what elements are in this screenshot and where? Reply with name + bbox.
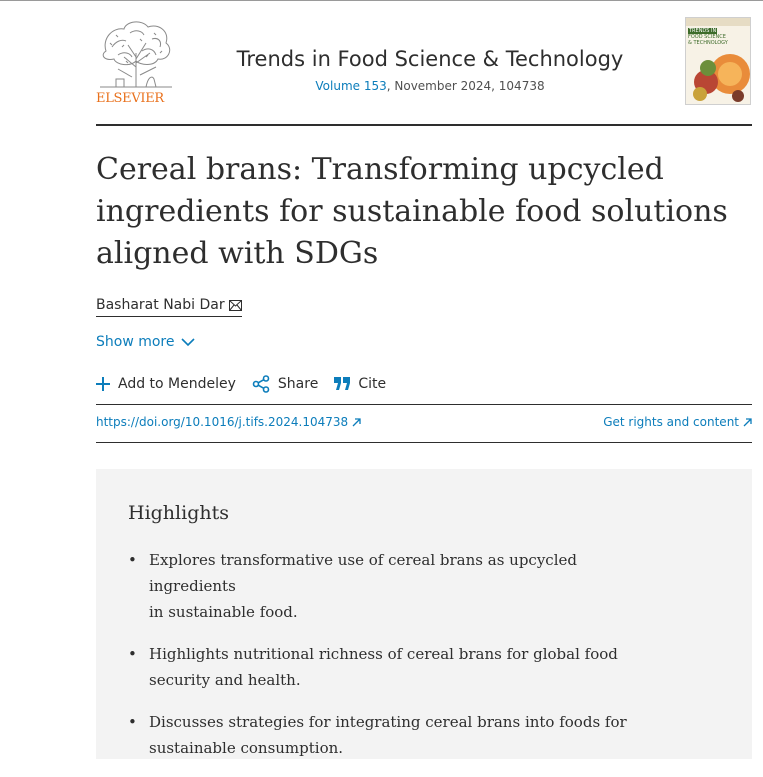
highlight-line: Highlights nutritional richness of cerea… — [149, 645, 618, 663]
doi-text: https://doi.org/10.1016/j.tifs.2024.1047… — [96, 415, 349, 429]
cite-button[interactable]: Cite — [334, 376, 386, 392]
issue-date: , November 2024, 104738 — [386, 79, 545, 93]
show-more-label: Show more — [96, 334, 175, 350]
header-divider — [96, 124, 752, 126]
highlight-line: Explores transformative use of cereal br… — [149, 551, 577, 595]
actions-divider — [96, 404, 752, 405]
highlight-line: security and health. — [149, 671, 301, 689]
share-label: Share — [277, 376, 319, 392]
add-to-mendeley-button[interactable]: Add to Mendeley — [96, 376, 236, 392]
doi-link[interactable]: https://doi.org/10.1016/j.tifs.2024.1047… — [96, 415, 361, 429]
publisher-wordmark: ELSEVIER — [96, 91, 164, 106]
plus-icon — [96, 377, 110, 391]
author-link[interactable]: Basharat Nabi Dar — [96, 295, 242, 317]
show-more-button[interactable]: Show more — [96, 334, 195, 350]
highlight-line: Discusses strategies for integrating cer… — [149, 713, 627, 731]
mendeley-label: Add to Mendeley — [118, 376, 236, 392]
top-border — [0, 0, 763, 1]
journal-title[interactable]: Trends in Food Science & Technology — [190, 47, 670, 71]
external-link-icon — [743, 417, 752, 426]
author-name: Basharat Nabi Dar — [96, 297, 225, 313]
get-rights-link[interactable]: Get rights and content — [603, 415, 752, 429]
highlights-heading: Highlights — [128, 502, 229, 524]
highlight-item: • Highlights nutritional richness of cer… — [128, 641, 668, 693]
elsevier-tree-icon — [100, 21, 172, 88]
doi-divider — [96, 442, 752, 443]
journal-cover[interactable]: TRENDS IN FOOD SCIENCE & TECHNOLOGY — [685, 17, 751, 105]
highlight-line: in sustainable food. — [149, 603, 298, 621]
external-link-icon — [352, 417, 361, 426]
bullet: • — [128, 645, 137, 663]
elsevier-logo[interactable]: ELSEVIER — [96, 17, 176, 107]
highlights-list: • Explores transformative use of cereal … — [128, 547, 668, 777]
cover-line-3: & TECHNOLOGY — [688, 40, 728, 46]
chevron-down-icon — [180, 338, 195, 347]
highlights-section: Highlights • Explores transformative use… — [96, 469, 752, 759]
highlight-item: • Explores transformative use of cereal … — [128, 547, 668, 625]
mail-icon — [228, 299, 242, 311]
article-title: Cereal brans: Transforming upcycled ingr… — [96, 152, 728, 271]
rights-text: Get rights and content — [603, 415, 739, 429]
bullet: • — [128, 713, 137, 731]
cite-label: Cite — [358, 376, 387, 392]
journal-issue-info: Volume 153, November 2024, 104738 — [190, 79, 670, 93]
share-button[interactable]: Share — [252, 375, 318, 393]
bullet: • — [128, 551, 137, 569]
cite-quote-icon — [334, 377, 351, 390]
highlight-item: • Discusses strategies for integrating c… — [128, 709, 668, 761]
volume-link[interactable]: Volume 153 — [315, 79, 386, 93]
article-actions: Add to Mendeley Share Cite — [96, 374, 402, 394]
share-icon — [252, 375, 270, 393]
